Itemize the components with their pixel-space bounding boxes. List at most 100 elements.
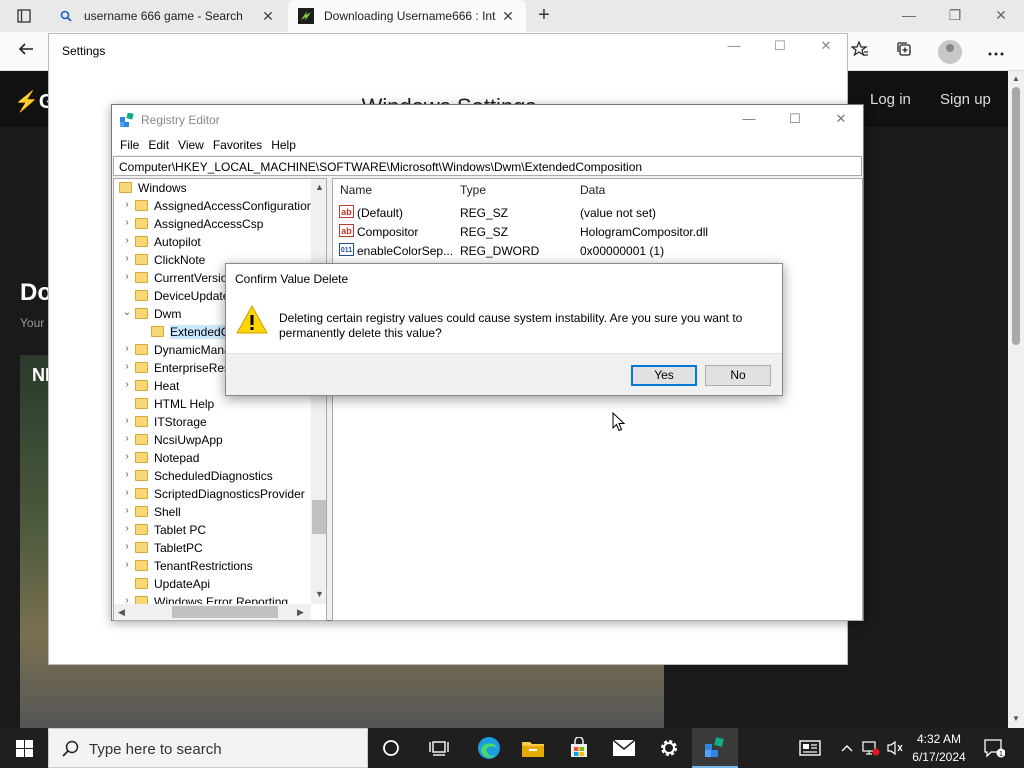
no-button[interactable]: No xyxy=(705,365,771,386)
volume-muted-icon[interactable] xyxy=(884,728,906,768)
chevron-right-icon[interactable]: › xyxy=(122,469,132,480)
minimize-icon[interactable]: — xyxy=(886,0,932,32)
login-link[interactable]: Log in xyxy=(870,91,911,108)
restore-icon[interactable]: ❐ xyxy=(932,0,978,32)
settings-minimize-icon[interactable]: — xyxy=(711,38,757,53)
settings-close-icon[interactable]: ✕ xyxy=(803,38,849,54)
cortana-icon[interactable] xyxy=(368,728,414,768)
menu-favorites[interactable]: Favorites xyxy=(211,135,269,155)
signup-link[interactable]: Sign up xyxy=(940,91,991,108)
search-icon xyxy=(62,740,79,757)
registry-path-field[interactable]: Computer\HKEY_LOCAL_MACHINE\SOFTWARE\Mic… xyxy=(113,156,862,176)
registry-value-row[interactable]: ab (Default) REG_SZ (value not set) xyxy=(333,203,862,222)
notification-center-icon[interactable]: 1 xyxy=(980,728,1008,768)
tree-item-label: Shell xyxy=(154,505,181,519)
regedit-close-icon[interactable]: ✕ xyxy=(818,105,864,135)
browser-tab-search[interactable]: username 666 game - Search ✕ xyxy=(48,0,286,32)
taskbar-clock[interactable]: 4:32 AM 6/17/2024 xyxy=(904,730,974,766)
chevron-right-icon[interactable]: › xyxy=(122,199,132,210)
task-view-icon[interactable] xyxy=(416,728,462,768)
edge-browser-icon[interactable] xyxy=(466,728,512,768)
menu-file[interactable]: File xyxy=(118,135,146,155)
chevron-right-icon[interactable]: › xyxy=(122,217,132,228)
tree-item[interactable]: HTML Help xyxy=(114,395,312,413)
network-icon[interactable] xyxy=(860,728,882,768)
chevron-right-icon[interactable]: › xyxy=(122,505,132,516)
tab-actions-icon[interactable] xyxy=(8,4,40,28)
scroll-thumb[interactable] xyxy=(1012,87,1020,345)
collections-icon[interactable] xyxy=(892,40,916,64)
tree-item[interactable]: › ScriptedDiagnosticsProvider xyxy=(114,485,312,503)
column-header-name[interactable]: Name xyxy=(340,183,372,197)
new-tab-icon[interactable]: + xyxy=(532,4,556,28)
yes-button[interactable]: Yes xyxy=(631,365,697,386)
file-explorer-icon[interactable] xyxy=(510,728,556,768)
tree-item[interactable]: › ScheduledDiagnostics xyxy=(114,467,312,485)
mail-icon[interactable] xyxy=(601,728,647,768)
windows-start-icon[interactable] xyxy=(0,728,48,768)
chevron-right-icon[interactable]: › xyxy=(122,559,132,570)
tab-close-icon[interactable]: ✕ xyxy=(260,8,276,25)
scroll-up-icon[interactable]: ▲ xyxy=(1008,74,1024,83)
chevron-right-icon[interactable]: › xyxy=(122,361,132,372)
regedit-maximize-icon[interactable]: ☐ xyxy=(772,105,818,135)
taskbar-search-box[interactable]: Type here to search xyxy=(48,728,368,768)
column-header-data[interactable]: Data xyxy=(580,183,605,197)
registry-editor-taskbar-icon[interactable] xyxy=(692,728,738,768)
chevron-up-icon[interactable] xyxy=(838,728,856,768)
tree-hscroll-thumb[interactable] xyxy=(172,606,278,618)
chevron-down-icon[interactable]: ⌄ xyxy=(122,307,132,318)
string-value-icon: ab xyxy=(339,224,354,237)
tree-item[interactable]: › Autopilot xyxy=(114,233,312,251)
profile-avatar-icon[interactable] xyxy=(938,40,962,64)
chevron-right-icon[interactable]: › xyxy=(122,415,132,426)
tree-item[interactable]: UpdateApi xyxy=(114,575,312,593)
tree-item[interactable]: › ITStorage xyxy=(114,413,312,431)
tree-horizontal-scrollbar[interactable]: ◀ ▶ xyxy=(114,604,311,620)
registry-value-row[interactable]: 011 enableColorSep... REG_DWORD 0x00000001 … xyxy=(333,241,862,260)
registry-value-row[interactable]: ab Compositor REG_SZ HologramCompositor.dll xyxy=(333,222,862,241)
tree-item[interactable]: › Tablet PC xyxy=(114,521,312,539)
tree-scroll-down-icon[interactable]: ▼ xyxy=(315,589,324,599)
chevron-right-icon[interactable]: › xyxy=(122,487,132,498)
menu-help[interactable]: Help xyxy=(269,135,303,155)
menu-edit[interactable]: Edit xyxy=(146,135,176,155)
regedit-minimize-icon[interactable]: — xyxy=(726,105,772,135)
chevron-right-icon[interactable]: › xyxy=(122,433,132,444)
back-arrow-icon[interactable] xyxy=(14,40,38,64)
scroll-down-icon[interactable]: ▼ xyxy=(1008,714,1024,723)
page-scrollbar[interactable]: ▲ ▼ xyxy=(1008,71,1024,728)
tree-item[interactable]: › Notepad xyxy=(114,449,312,467)
chevron-right-icon[interactable]: › xyxy=(122,343,132,354)
news-widget-icon[interactable] xyxy=(794,728,826,768)
menu-view[interactable]: View xyxy=(176,135,211,155)
tree-scroll-right-icon[interactable]: ▶ xyxy=(297,607,304,618)
more-menu-icon[interactable] xyxy=(984,40,1008,64)
tree-scroll-left-icon[interactable]: ◀ xyxy=(118,607,125,618)
tree-scroll-thumb[interactable] xyxy=(312,500,326,534)
chevron-right-icon[interactable]: › xyxy=(122,235,132,246)
tree-item[interactable]: › TabletPC xyxy=(114,539,312,557)
tree-scroll-up-icon[interactable]: ▲ xyxy=(315,182,324,192)
chevron-right-icon[interactable]: › xyxy=(122,523,132,534)
column-header-type[interactable]: Type xyxy=(460,183,486,197)
tree-item[interactable]: › Shell xyxy=(114,503,312,521)
chevron-right-icon[interactable]: › xyxy=(122,541,132,552)
favorites-icon[interactable] xyxy=(848,40,872,64)
tab-close-icon[interactable]: ✕ xyxy=(500,8,516,25)
tree-item-label: ITStorage xyxy=(154,415,207,429)
tree-item[interactable]: › NcsiUwpApp xyxy=(114,431,312,449)
tree-item[interactable]: › AssignedAccessConfiguration xyxy=(114,197,312,215)
chevron-right-icon[interactable]: › xyxy=(122,271,132,282)
chevron-right-icon[interactable]: › xyxy=(122,451,132,462)
close-icon[interactable]: ✕ xyxy=(978,0,1024,32)
tree-item[interactable]: Windows xyxy=(114,179,312,197)
chevron-right-icon[interactable]: › xyxy=(122,379,132,390)
settings-gear-icon[interactable] xyxy=(646,728,692,768)
chevron-right-icon[interactable]: › xyxy=(122,253,132,264)
browser-tab-download[interactable]: Downloading Username666 : Int ✕ xyxy=(288,0,526,32)
tree-item[interactable]: › AssignedAccessCsp xyxy=(114,215,312,233)
tree-item[interactable]: › TenantRestrictions xyxy=(114,557,312,575)
microsoft-store-icon[interactable] xyxy=(556,728,602,768)
settings-maximize-icon[interactable]: ☐ xyxy=(757,38,803,54)
